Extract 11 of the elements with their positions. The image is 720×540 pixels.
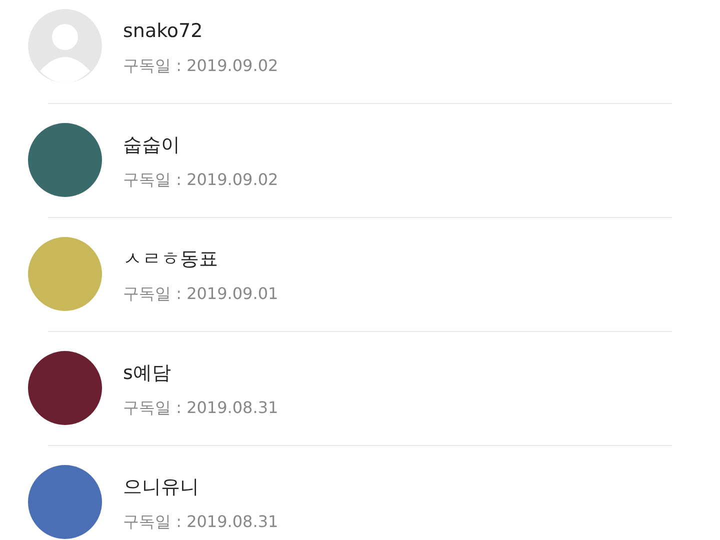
subscription-date: 구독일 : 2019.08.31 xyxy=(123,398,278,418)
subscription-date: 구독일 : 2019.09.01 xyxy=(123,284,278,304)
subscription-date: 구독일 : 2019.09.02 xyxy=(123,170,278,190)
subscriber-name: 숩숩이 xyxy=(123,133,181,157)
subscriber-name: ㅅㄹㅎ동표 xyxy=(123,247,219,271)
default-avatar-icon xyxy=(28,9,102,83)
subscriber-name: s예담 xyxy=(123,361,172,385)
subscription-date: 구독일 : 2019.08.31 xyxy=(123,512,278,532)
subscription-date: 구독일 : 2019.09.02 xyxy=(123,56,278,76)
subscriber-name: snako72 xyxy=(123,19,204,43)
subscriber-name: 으니유니 xyxy=(123,475,200,499)
